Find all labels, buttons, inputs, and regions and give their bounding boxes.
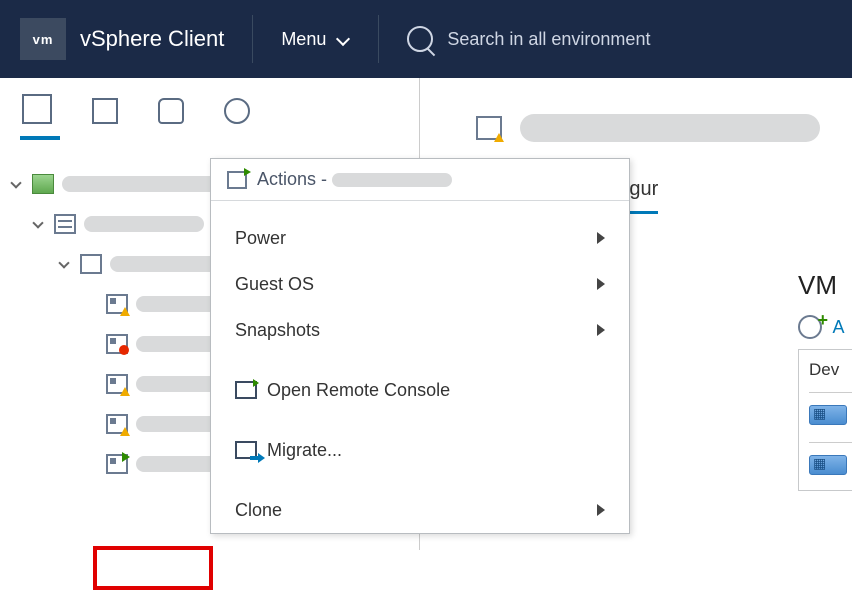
menu-item-clone[interactable]: Clone: [211, 487, 629, 533]
vm-icon: [106, 334, 128, 354]
console-icon: [235, 381, 257, 399]
menu-item-guest-os[interactable]: Guest OS: [211, 261, 629, 307]
network-tab-icon[interactable]: [224, 98, 250, 124]
device-label: Dev: [809, 360, 852, 380]
chevron-down-icon: [336, 32, 350, 46]
caret-icon: [60, 257, 74, 271]
datacenter-icon: [54, 214, 76, 234]
caret-icon: [12, 177, 26, 191]
search-placeholder: Search in all environment: [447, 29, 650, 50]
vmware-logo: vm: [20, 18, 66, 60]
vm-actions-icon: [227, 171, 247, 189]
menu-item-snapshots[interactable]: Snapshots: [211, 307, 629, 353]
vms-templates-tab-icon[interactable]: [92, 98, 118, 124]
active-tab-underline: [20, 136, 60, 140]
vm-hardware-heading: VM: [798, 270, 852, 301]
menu-item-power[interactable]: Power: [211, 215, 629, 261]
vm-hardware-panel: VM A Dev: [798, 270, 852, 491]
submenu-arrow-icon: [597, 504, 605, 516]
vm-icon: [106, 374, 128, 394]
device-row[interactable]: [809, 455, 852, 480]
app-title: vSphere Client: [80, 26, 224, 52]
migrate-icon: [235, 441, 257, 459]
submenu-arrow-icon: [597, 324, 605, 336]
highlight-selected-vm: [93, 546, 213, 590]
object-title: [476, 114, 852, 142]
search-icon: [407, 26, 433, 52]
menu-item-migrate[interactable]: Migrate...: [211, 427, 629, 473]
device-row[interactable]: [809, 405, 852, 430]
menu-label: Menu: [281, 29, 326, 50]
vm-icon: [106, 454, 128, 474]
add-network-icon: [798, 315, 822, 339]
cluster-icon: [80, 254, 102, 274]
vm-icon: [106, 294, 128, 314]
app-header: vm vSphere Client Menu Search in all env…: [0, 0, 852, 78]
context-menu-header: Actions -: [211, 159, 629, 201]
storage-tab-icon[interactable]: [158, 98, 184, 124]
vm-icon: [106, 414, 128, 434]
add-device-link[interactable]: A: [798, 315, 852, 339]
menu-item-open-remote-console[interactable]: Open Remote Console: [211, 367, 629, 413]
vcenter-icon: [32, 174, 54, 194]
submenu-arrow-icon: [597, 278, 605, 290]
global-search[interactable]: Search in all environment: [407, 26, 650, 52]
submenu-arrow-icon: [597, 232, 605, 244]
device-card-icon: [809, 405, 847, 425]
device-card-icon: [809, 455, 847, 475]
caret-icon: [34, 217, 48, 231]
vm-context-menu: Actions - Power Guest OS Snapshots Open …: [210, 158, 630, 534]
hosts-clusters-tab-icon[interactable]: [26, 98, 52, 124]
menu-dropdown[interactable]: Menu: [281, 29, 350, 50]
vm-icon: [476, 116, 502, 140]
